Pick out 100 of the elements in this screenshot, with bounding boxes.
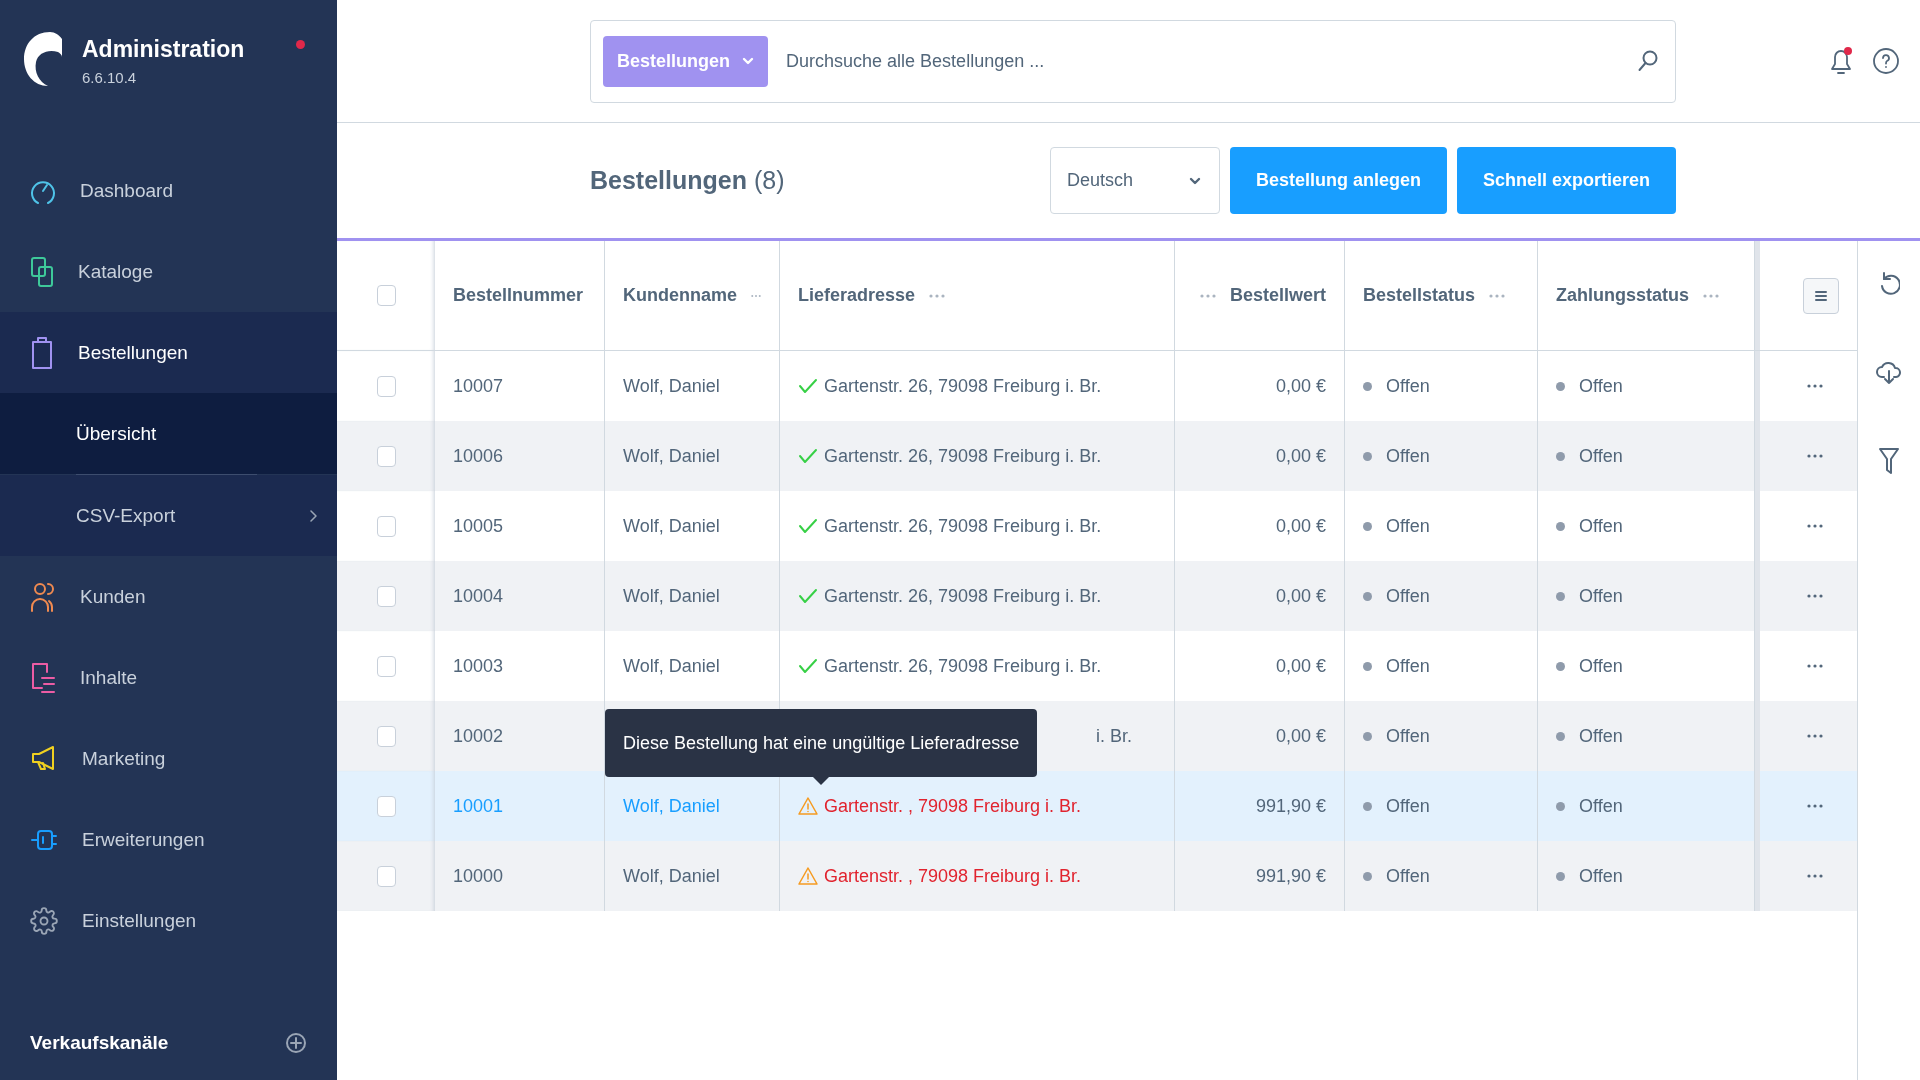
nav-item[interactable]: Bestellungen <box>0 312 337 393</box>
status-dot <box>1556 451 1565 461</box>
more-icon <box>1807 804 1823 808</box>
row-actions-button[interactable] <box>1807 454 1823 458</box>
row-checkbox[interactable] <box>376 655 396 677</box>
logo-icon <box>22 30 64 88</box>
order-status: Offen <box>1386 865 1430 887</box>
address-text: Gartenstr. 26, 79098 Freiburg i. Br. <box>824 445 1102 467</box>
row-checkbox[interactable] <box>376 795 396 817</box>
column-header[interactable]: Kundenname <box>623 285 737 306</box>
list-icon <box>1814 289 1828 302</box>
column-settings-button[interactable] <box>1803 277 1839 314</box>
order-number: 10003 <box>453 655 504 677</box>
row-checkbox[interactable] <box>376 865 396 887</box>
order-status: Offen <box>1386 515 1430 537</box>
customer-name: Wolf, Daniel <box>623 515 720 537</box>
refresh-icon[interactable] <box>1878 271 1900 297</box>
row-actions-button[interactable] <box>1807 664 1823 668</box>
order-number: 10002 <box>453 725 504 747</box>
address-text: Gartenstr. 26, 79098 Freiburg i. Br. <box>824 515 1102 537</box>
order-number: 10000 <box>453 865 504 887</box>
check-icon <box>798 448 818 464</box>
chevron-down-icon <box>1188 176 1201 185</box>
column-header[interactable]: Zahlungsstatus <box>1556 285 1689 306</box>
nav-item[interactable]: Inhalte <box>0 637 337 718</box>
payment-status: Offen <box>1579 375 1623 397</box>
check-icon <box>798 518 818 534</box>
column-header[interactable]: Bestellstatus <box>1363 285 1476 306</box>
language-select[interactable]: Deutsch <box>1049 147 1220 214</box>
status-dot <box>1556 731 1565 741</box>
cloud-download-icon[interactable] <box>1876 359 1902 385</box>
nav-item[interactable]: Einstellungen <box>0 880 337 961</box>
address-text: Gartenstr. 26, 79098 Freiburg i. Br. <box>824 375 1102 397</box>
bell-icon[interactable] <box>1828 46 1854 76</box>
users-icon <box>30 580 56 613</box>
select-all-checkbox[interactable] <box>376 285 396 306</box>
order-status: Offen <box>1386 445 1430 467</box>
column-header[interactable]: Bestellwert <box>1229 285 1326 306</box>
order-status: Offen <box>1386 375 1430 397</box>
search-icon[interactable] <box>1637 49 1659 73</box>
payment-status: Offen <box>1579 445 1623 467</box>
plug-icon <box>30 827 58 852</box>
check-icon <box>798 658 818 674</box>
add-icon[interactable] <box>285 1032 307 1054</box>
status-dot <box>1363 871 1372 881</box>
more-icon <box>1807 384 1823 388</box>
help-icon[interactable] <box>1872 47 1900 75</box>
row-actions-button[interactable] <box>1807 804 1823 808</box>
nav-item[interactable]: Kunden <box>0 556 337 637</box>
row-checkbox[interactable] <box>376 725 396 747</box>
more-icon <box>1807 664 1823 668</box>
row-checkbox[interactable] <box>376 585 396 607</box>
more-icon <box>1807 594 1823 598</box>
order-number: 10006 <box>453 445 504 467</box>
row-actions-button[interactable] <box>1807 524 1823 528</box>
section-title: Verkaufskanäle <box>30 1032 169 1054</box>
order-number: 10007 <box>453 375 504 397</box>
status-dot <box>1556 871 1565 881</box>
row-checkbox[interactable] <box>376 375 396 397</box>
status-dot <box>1363 801 1372 811</box>
order-value: 0,00 € <box>1275 375 1326 397</box>
row-actions-button[interactable] <box>1807 384 1823 388</box>
row-checkbox[interactable] <box>376 445 396 467</box>
customer-name: Wolf, Daniel <box>623 865 720 887</box>
order-value: 0,00 € <box>1275 445 1326 467</box>
row-actions-button[interactable] <box>1807 594 1823 598</box>
check-icon <box>798 378 818 394</box>
order-number: 10004 <box>453 585 504 607</box>
status-dot <box>1556 381 1565 391</box>
order-status: Offen <box>1386 585 1430 607</box>
row-checkbox[interactable] <box>376 515 396 537</box>
payment-status: Offen <box>1579 865 1623 887</box>
more-icon <box>1807 734 1823 738</box>
nav-subitem[interactable]: Übersicht <box>0 393 337 474</box>
status-dot <box>1363 521 1372 531</box>
address-text: i. Br. <box>1096 725 1132 747</box>
row-actions-button[interactable] <box>1807 874 1823 878</box>
page-title: Bestellungen (8) <box>590 166 786 195</box>
order-status: Offen <box>1386 655 1430 677</box>
nav-item[interactable]: Dashboard <box>0 150 337 231</box>
payment-status: Offen <box>1579 515 1623 537</box>
customer-name: Wolf, Daniel <box>623 375 720 397</box>
column-header[interactable]: Lieferadresse <box>798 285 916 306</box>
filter-icon[interactable] <box>1878 447 1900 475</box>
settings-icon <box>30 905 58 936</box>
status-dot <box>1363 731 1372 741</box>
nav-item[interactable]: Erweiterungen <box>0 799 337 880</box>
status-dot <box>1363 591 1372 601</box>
row-actions-button[interactable] <box>1807 734 1823 738</box>
nav-item[interactable]: Kataloge <box>0 231 337 312</box>
status-dot <box>1363 451 1372 461</box>
copy-icon <box>30 255 54 288</box>
nav-subitem[interactable]: CSV-Export <box>0 475 337 556</box>
more-icon <box>1807 874 1823 878</box>
status-dot <box>1363 661 1372 671</box>
customer-name: Wolf, Daniel <box>623 445 720 467</box>
order-status: Offen <box>1386 795 1430 817</box>
nav-item[interactable]: Marketing <box>0 718 337 799</box>
order-value: 0,00 € <box>1275 655 1326 677</box>
column-header[interactable]: Bestellnummer <box>453 285 584 306</box>
